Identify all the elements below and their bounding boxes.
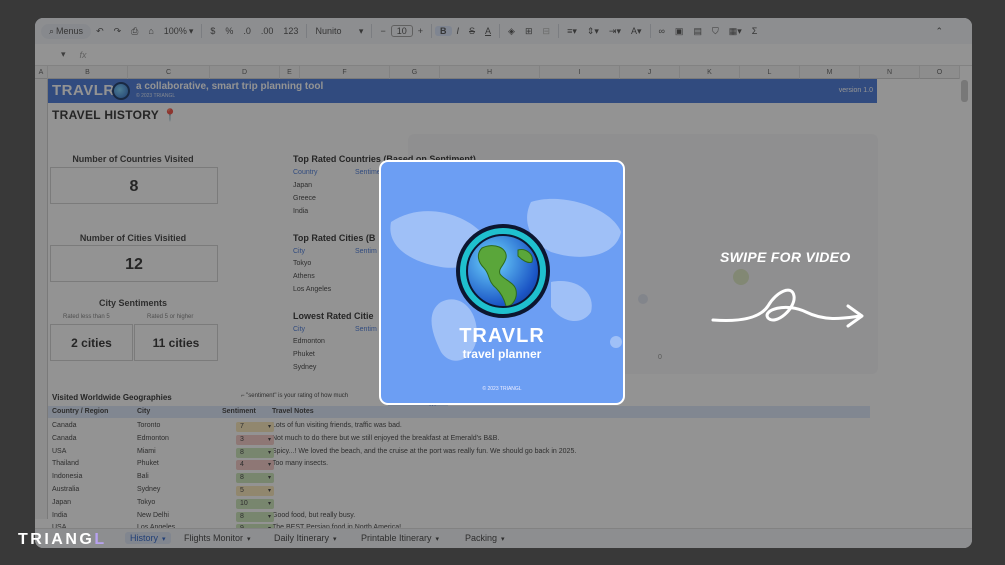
card-title: TRAVLR (459, 325, 545, 347)
globe-icon (456, 224, 550, 318)
swipe-arrow-icon (711, 288, 864, 328)
americas-shape (477, 245, 533, 306)
card-subtitle: travel planner (462, 347, 542, 361)
globe-continents (466, 234, 540, 308)
swipe-for-video-label: SWIPE FOR VIDEO (720, 249, 851, 265)
card-copyright: © 2023 TRIANGL (482, 386, 522, 392)
watermark-main: TRIANG (18, 531, 95, 548)
travlr-logo-card: TRAVLR travel planner © 2023 TRIANGL (379, 160, 625, 405)
triangl-watermark: TRIANGL (18, 531, 107, 549)
watermark-accent: L (94, 531, 107, 548)
